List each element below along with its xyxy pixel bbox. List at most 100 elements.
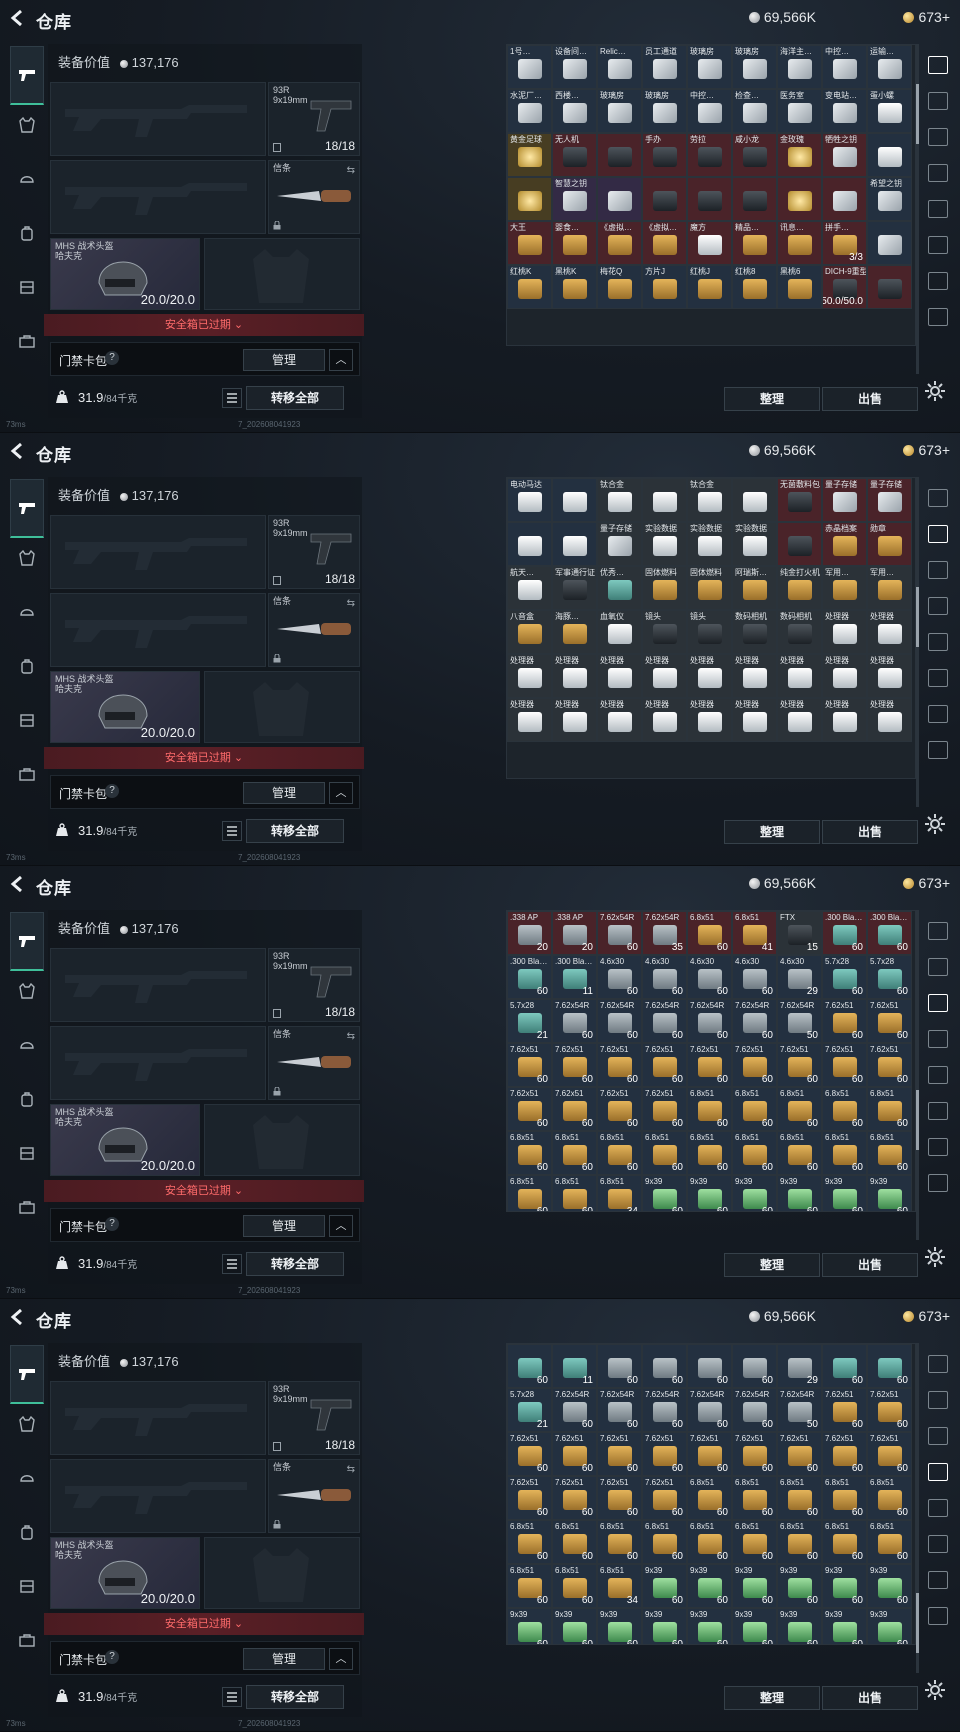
rail-backpack-tab[interactable] — [12, 1084, 42, 1114]
gold-add-plus[interactable]: + — [942, 442, 950, 458]
gear-icon[interactable] — [924, 1679, 946, 1701]
stash-item-cell[interactable]: 60 — [687, 1344, 732, 1388]
stash-tab-4[interactable] — [924, 1459, 952, 1485]
stash-item-cell[interactable]: 6.8x51 60 — [597, 1520, 642, 1564]
stash-item-cell[interactable]: 7.62x51 60 — [507, 1043, 552, 1087]
stash-item-cell[interactable]: 6.8x51 60 — [732, 1087, 777, 1131]
stash-item-cell[interactable]: 玻璃房 — [687, 45, 732, 89]
stash-tab-home[interactable] — [924, 485, 952, 511]
stash-item-cell[interactable]: 6.8x51 60 — [687, 911, 732, 955]
stash-item-cell[interactable]: 水泥厂… — [507, 89, 552, 133]
helmet-slot[interactable]: MHS 战术头盔 哈夫克 20.0/20.0 — [50, 1104, 200, 1176]
stash-item-cell[interactable]: 9x39 60 — [732, 1564, 777, 1608]
stash-tab-3[interactable] — [924, 124, 952, 150]
stash-item-cell[interactable]: 7.62x51 60 — [867, 1043, 912, 1087]
stash-item-cell[interactable]: 4.6x30 60 — [642, 955, 687, 999]
helmet-slot[interactable]: MHS 战术头盔 哈夫克 20.0/20.0 — [50, 1537, 200, 1609]
stash-item-cell[interactable]: 7.62x54R 35 — [642, 911, 687, 955]
sell-button[interactable]: 出售 — [822, 1253, 918, 1277]
stash-item-cell[interactable]: 6.8x51 60 — [867, 1476, 912, 1520]
stash-item-cell[interactable]: 7.62x51 60 — [822, 1388, 867, 1432]
stash-item-cell[interactable]: 6.8x51 60 — [687, 1087, 732, 1131]
gold-add-plus[interactable]: + — [942, 1308, 950, 1324]
stash-item-cell[interactable]: 9x39 60 — [732, 1608, 777, 1644]
primary-weapon-slot-1[interactable] — [50, 82, 266, 156]
stash-tab-2[interactable] — [924, 954, 952, 980]
stash-item-cell[interactable]: 6.8x51 60 — [732, 1131, 777, 1175]
stash-item-cell[interactable]: 处理器 — [867, 698, 912, 742]
stash-item-cell[interactable]: 6.8x51 34 — [597, 1175, 642, 1211]
list-view-icon[interactable] — [222, 821, 242, 841]
manage-button[interactable]: 管理 — [243, 349, 325, 371]
sort-button[interactable]: 整理 — [724, 1253, 820, 1277]
stash-item-cell[interactable]: 7.62x54R 60 — [642, 1388, 687, 1432]
transfer-all-button[interactable]: 转移全部 — [246, 1685, 344, 1709]
stash-tab-6[interactable] — [924, 665, 952, 691]
stash-item-cell[interactable] — [687, 177, 732, 221]
stash-item-cell[interactable]: 咸小龙 — [732, 133, 777, 177]
rail-weapons-tab[interactable] — [10, 1345, 44, 1404]
stash-item-cell[interactable]: 实验数据 — [732, 522, 777, 566]
stash-item-cell[interactable]: 7.62x51 60 — [597, 1043, 642, 1087]
stash-item-cell[interactable]: 智慧之钥 — [552, 177, 597, 221]
armor-slot[interactable] — [204, 1537, 360, 1609]
stash-item-cell[interactable]: 拼手… 3/3 — [822, 221, 867, 265]
armor-slot[interactable] — [204, 238, 360, 310]
stash-item-cell[interactable]: 血氧仪 — [597, 610, 642, 654]
stash-item-cell[interactable]: 镜头 — [687, 610, 732, 654]
stash-item-cell[interactable]: 纯金打火机 — [777, 566, 822, 610]
stash-item-cell[interactable]: 量子存储 — [867, 478, 912, 522]
rail-rig-tab[interactable] — [12, 1571, 42, 1601]
stash-item-cell[interactable]: 7.62x54R 60 — [597, 999, 642, 1043]
stash-item-cell[interactable]: 6.8x51 60 — [552, 1131, 597, 1175]
manage-button[interactable]: 管理 — [243, 782, 325, 804]
stash-item-cell[interactable]: 勋章 — [867, 522, 912, 566]
stash-item-cell[interactable]: 9x39 60 — [867, 1564, 912, 1608]
stash-item-cell[interactable]: 军用… — [822, 566, 867, 610]
stash-item-cell[interactable]: 9x39 60 — [642, 1608, 687, 1644]
stash-item-cell[interactable] — [867, 265, 912, 309]
stash-item-cell[interactable]: 运输… — [867, 45, 912, 89]
primary-weapon-slot-1[interactable] — [50, 1381, 266, 1455]
rail-backpack-tab[interactable] — [12, 651, 42, 681]
stash-item-cell[interactable]: 7.62x51 60 — [732, 1043, 777, 1087]
stash-item-cell[interactable]: 处理器 — [822, 654, 867, 698]
rail-armor-tab[interactable] — [12, 1409, 42, 1439]
manage-button[interactable]: 管理 — [243, 1648, 325, 1670]
stash-item-cell[interactable]: 6.8x51 60 — [552, 1175, 597, 1211]
stash-item-cell[interactable]: 处理器 — [732, 698, 777, 742]
stash-item-cell[interactable]: 7.62x51 60 — [552, 1476, 597, 1520]
stash-item-cell[interactable]: 7.62x51 60 — [642, 1432, 687, 1476]
stash-item-cell[interactable]: 7.62x54R 60 — [687, 1388, 732, 1432]
rail-armor-tab[interactable] — [12, 110, 42, 140]
stash-item-cell[interactable]: 海洋主… — [777, 45, 822, 89]
stash-item-cell[interactable]: 处理器 — [822, 698, 867, 742]
help-icon[interactable]: ? — [105, 1217, 119, 1231]
stash-item-cell[interactable]: 方片J — [642, 265, 687, 309]
primary-weapon-slot-1[interactable] — [50, 515, 266, 589]
stash-item-cell[interactable]: 7.62x54R 50 — [777, 999, 822, 1043]
stash-item-cell[interactable]: 6.8x51 60 — [777, 1476, 822, 1520]
rail-helmet-tab[interactable] — [12, 164, 42, 194]
stash-item-cell[interactable]: 9x39 60 — [867, 1175, 912, 1211]
stash-tab-4[interactable] — [924, 160, 952, 186]
list-view-icon[interactable] — [222, 1687, 242, 1707]
stash-item-cell[interactable]: 6.8x51 60 — [552, 1564, 597, 1608]
stash-item-cell[interactable]: 处理器 — [867, 654, 912, 698]
stash-item-cell[interactable] — [822, 177, 867, 221]
stash-tab-2[interactable] — [924, 1387, 952, 1413]
stash-item-cell[interactable]: 7.62x51 60 — [597, 1087, 642, 1131]
stash-item-cell[interactable]: 9x39 60 — [732, 1175, 777, 1211]
rail-backpack-tab[interactable] — [12, 218, 42, 248]
stash-tab-8[interactable] — [924, 737, 952, 763]
stash-item-cell[interactable]: 11 — [552, 1344, 597, 1388]
stash-item-cell[interactable]: 5.7x28 21 — [507, 999, 552, 1043]
stash-item-cell[interactable]: 处理器 — [642, 698, 687, 742]
stash-item-cell[interactable]: 玻璃房 — [732, 45, 777, 89]
stash-item-cell[interactable]: 7.62x51 60 — [867, 1388, 912, 1432]
stash-item-cell[interactable]: 处理器 — [597, 654, 642, 698]
stash-item-cell[interactable]: 7.62x54R 60 — [552, 1388, 597, 1432]
stash-item-cell[interactable]: 处理器 — [867, 610, 912, 654]
safebox-expired-banner[interactable]: 安全箱已过期 ⌄ — [44, 1180, 364, 1202]
swap-icon[interactable]: ⇆ — [347, 598, 355, 609]
